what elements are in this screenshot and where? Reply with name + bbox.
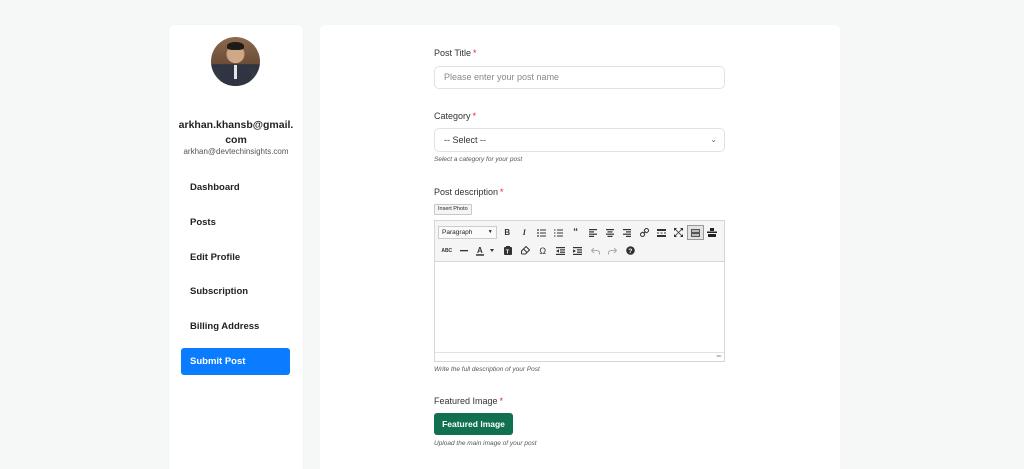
category-help-text: Select a category for your post bbox=[434, 156, 523, 163]
special-character-icon[interactable]: Ω bbox=[534, 243, 552, 258]
editor-toolbar-row-2: ABC A T Ω ? bbox=[438, 242, 721, 259]
category-label-text: Category bbox=[434, 111, 471, 121]
indent-icon[interactable] bbox=[569, 243, 587, 258]
required-mark: * bbox=[472, 111, 477, 121]
user-name: arkhan.khansb@gmail.com bbox=[178, 119, 294, 146]
read-more-icon[interactable] bbox=[653, 225, 670, 240]
insert-photo-button[interactable]: Insert Photo bbox=[434, 204, 472, 215]
blockquote-icon[interactable]: “ bbox=[567, 225, 584, 240]
sidebar-item-posts[interactable]: Posts bbox=[181, 209, 290, 236]
text-color-icon[interactable]: A bbox=[473, 243, 499, 258]
align-left-icon[interactable] bbox=[584, 225, 601, 240]
featured-image-help-text: Upload the main image of your post bbox=[434, 440, 537, 447]
italic-icon[interactable]: I bbox=[516, 225, 533, 240]
sidebar-item-submit-post[interactable]: Submit Post bbox=[181, 347, 290, 375]
fullscreen-icon[interactable] bbox=[670, 225, 687, 240]
svg-text:A: A bbox=[477, 246, 483, 255]
sidebar-nav: Dashboard Posts Edit Profile Subscriptio… bbox=[181, 174, 290, 383]
align-right-icon[interactable] bbox=[618, 225, 635, 240]
featured-image-label-text: Featured Image bbox=[434, 396, 498, 406]
strikethrough-icon[interactable]: ABC bbox=[438, 243, 456, 258]
bullet-list-icon[interactable] bbox=[533, 225, 550, 240]
editor-content-area[interactable] bbox=[435, 262, 724, 352]
sidebar-item-subscription[interactable]: Subscription bbox=[181, 278, 290, 305]
post-title-label-text: Post Title bbox=[434, 48, 472, 58]
submit-post-card: Post Title * Please enter your post name … bbox=[320, 25, 840, 469]
description-help-text: Write the full description of your Post bbox=[434, 366, 540, 373]
required-mark: * bbox=[473, 48, 477, 58]
avatar-hair-shape bbox=[227, 42, 244, 50]
profile-sidebar: arkhan.khansb@gmail.com arkhan@devtechin… bbox=[169, 25, 303, 469]
category-selected-value: -- Select -- bbox=[444, 135, 487, 145]
help-icon[interactable]: ? bbox=[622, 243, 640, 258]
horizontal-line-icon[interactable] bbox=[456, 243, 474, 258]
kitchen-sink-icon[interactable] bbox=[704, 225, 721, 240]
editor-status-bar: ≕ bbox=[435, 352, 724, 361]
post-description-label: Post description * bbox=[434, 187, 504, 197]
chevron-down-icon: ⌄ bbox=[710, 135, 717, 144]
paste-text-icon[interactable]: T bbox=[499, 243, 517, 258]
clear-formatting-icon[interactable] bbox=[517, 243, 535, 258]
post-title-input[interactable]: Please enter your post name bbox=[434, 66, 725, 89]
toolbar-toggle-icon[interactable] bbox=[686, 225, 704, 240]
outdent-icon[interactable] bbox=[552, 243, 570, 258]
avatar-tie-shape bbox=[234, 65, 237, 79]
resize-handle-icon[interactable]: ≕ bbox=[716, 353, 722, 360]
redo-icon[interactable] bbox=[604, 243, 622, 258]
rich-text-editor: Paragraph ▼ B I “ ABC A T Ω ? ≕ bbox=[434, 220, 725, 362]
editor-toolbar-row-1: Paragraph ▼ B I “ bbox=[438, 224, 721, 241]
svg-text:?: ? bbox=[628, 248, 632, 255]
post-title-placeholder: Please enter your post name bbox=[444, 72, 560, 82]
caret-down-icon: ▼ bbox=[487, 229, 493, 235]
sidebar-item-edit-profile[interactable]: Edit Profile bbox=[181, 244, 290, 271]
category-select[interactable]: -- Select -- ⌄ bbox=[434, 128, 725, 152]
category-label: Category * bbox=[434, 111, 476, 121]
required-mark: * bbox=[499, 396, 504, 406]
sidebar-item-billing-address[interactable]: Billing Address bbox=[181, 313, 290, 340]
format-select-value: Paragraph bbox=[442, 229, 473, 236]
required-mark: * bbox=[500, 187, 504, 197]
bold-icon[interactable]: B bbox=[499, 225, 516, 240]
align-center-icon[interactable] bbox=[601, 225, 618, 240]
avatar bbox=[211, 37, 260, 86]
link-icon[interactable] bbox=[635, 225, 652, 240]
post-title-label: Post Title * bbox=[434, 48, 477, 58]
undo-icon[interactable] bbox=[587, 243, 605, 258]
post-description-label-text: Post description bbox=[434, 187, 499, 197]
user-email: arkhan@devtechinsights.com bbox=[183, 147, 289, 156]
featured-image-label: Featured Image * bbox=[434, 396, 503, 406]
format-select[interactable]: Paragraph ▼ bbox=[438, 226, 497, 239]
editor-toolbar: Paragraph ▼ B I “ ABC A T Ω ? bbox=[435, 221, 724, 262]
featured-image-button[interactable]: Featured Image bbox=[434, 413, 513, 435]
numbered-list-icon[interactable] bbox=[550, 225, 567, 240]
sidebar-item-dashboard[interactable]: Dashboard bbox=[181, 174, 290, 201]
